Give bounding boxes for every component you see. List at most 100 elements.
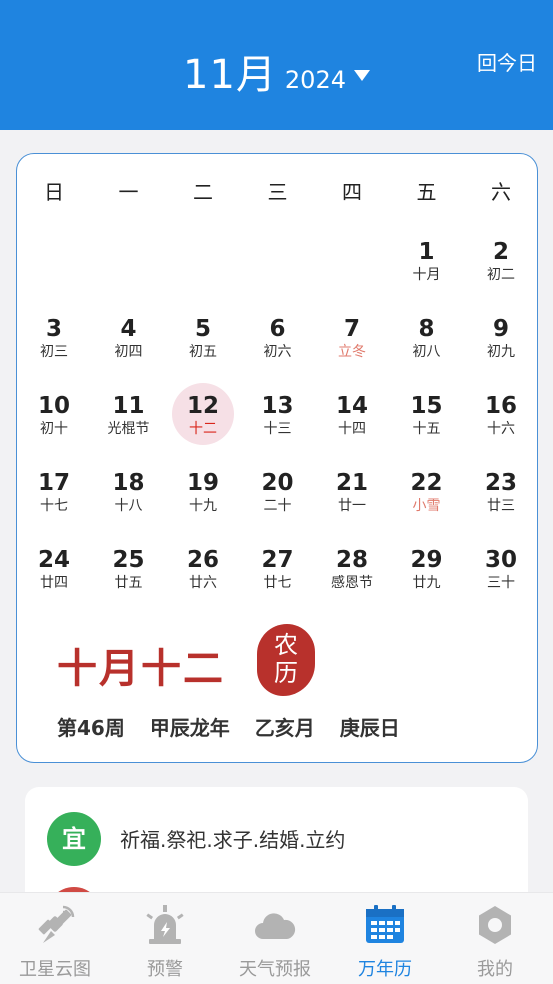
lunar-day: 感恩节 bbox=[331, 575, 373, 591]
weekday-label: 四 bbox=[342, 180, 362, 204]
day-number: 17 bbox=[37, 470, 70, 496]
year-ganzhi: 甲辰龙年 bbox=[149, 716, 230, 740]
day-cell[interactable]: 5 初五 bbox=[166, 311, 240, 388]
day-number: 23 bbox=[484, 470, 517, 496]
day-number: 16 bbox=[484, 393, 517, 419]
day-cell[interactable]: 2 初二 bbox=[464, 234, 538, 311]
seal-char-2: 历 bbox=[274, 659, 298, 687]
day-cell[interactable]: 11 光棍节 bbox=[92, 388, 166, 465]
day-number: 27 bbox=[261, 547, 294, 573]
day-cell[interactable]: 24 廿四 bbox=[17, 542, 91, 619]
lunar-day: 十五 bbox=[412, 421, 441, 437]
day-cell[interactable]: 10 初十 bbox=[17, 388, 91, 465]
caret-down-icon bbox=[353, 69, 370, 81]
day-cell[interactable]: 4 初四 bbox=[92, 311, 166, 388]
year-label: 2024 bbox=[284, 66, 346, 94]
app-header: 11月 2024 回今日 bbox=[0, 0, 553, 130]
tab-alarm[interactable]: 预警 bbox=[110, 893, 220, 984]
tab-weather[interactable]: 天气预报 bbox=[220, 893, 330, 984]
day-number: 7 bbox=[343, 316, 360, 342]
yi-badge: 宜 bbox=[47, 812, 101, 866]
ganzhi-line: 第46周 甲辰龙年 乙亥月 庚辰日 bbox=[57, 712, 412, 741]
lunar-day: 初二 bbox=[487, 267, 515, 283]
day-number: 30 bbox=[484, 547, 517, 573]
alarm-icon bbox=[146, 905, 184, 944]
day-number: 9 bbox=[492, 316, 509, 342]
day-cell[interactable]: 19 十九 bbox=[166, 465, 240, 542]
weekday-label: 日 bbox=[44, 180, 64, 204]
day-number: 11 bbox=[112, 393, 145, 419]
day-number: 28 bbox=[335, 547, 368, 573]
lunar-day: 廿九 bbox=[412, 575, 441, 591]
day-cell[interactable]: 22 小雪 bbox=[390, 465, 464, 542]
lunar-day: 初九 bbox=[487, 344, 515, 360]
day-cell[interactable]: 28 感恩节 bbox=[315, 542, 389, 619]
tab-label: 天气预报 bbox=[239, 959, 311, 980]
tab-label: 卫星云图 bbox=[19, 959, 91, 980]
day-cell[interactable]: 16 十六 bbox=[464, 388, 538, 465]
weekday-label: 六 bbox=[491, 180, 511, 204]
lunar-day: 初五 bbox=[189, 344, 217, 360]
day-number: 21 bbox=[335, 470, 368, 496]
day-number: 20 bbox=[261, 470, 294, 496]
lunar-seal: 农 历 bbox=[257, 624, 315, 696]
tab-label: 我的 bbox=[477, 959, 513, 980]
month-year-selector[interactable]: 11月 2024 bbox=[0, 42, 553, 100]
day-cell[interactable]: 21 廿一 bbox=[315, 465, 389, 542]
day-cell[interactable]: 7 立冬 bbox=[315, 311, 389, 388]
tab-satellite[interactable]: 卫星云图 bbox=[0, 893, 110, 984]
day-number: 15 bbox=[410, 393, 443, 419]
day-cell[interactable]: 9 初九 bbox=[464, 311, 538, 388]
day-number: 25 bbox=[112, 547, 145, 573]
lunar-day: 立冬 bbox=[338, 344, 366, 360]
bottom-tab-bar: 卫星云图 预警 天气预报 万年历 我的 bbox=[0, 892, 553, 984]
day-number: 12 bbox=[186, 393, 219, 419]
lunar-day: 三十 bbox=[487, 575, 515, 591]
day-number: 10 bbox=[37, 393, 70, 419]
day-number: 29 bbox=[410, 547, 443, 573]
lunar-day: 初四 bbox=[114, 344, 143, 360]
day-cell[interactable]: 3 初三 bbox=[17, 311, 91, 388]
lunar-day: 初六 bbox=[263, 344, 292, 360]
weekday-header: 日一二三四五六 bbox=[17, 176, 537, 206]
tab-label: 预警 bbox=[147, 959, 183, 980]
day-cell[interactable]: 25 廿五 bbox=[92, 542, 166, 619]
day-cell[interactable]: 18 十八 bbox=[92, 465, 166, 542]
month-label: 11月 bbox=[183, 52, 277, 98]
week-number: 第46周 bbox=[57, 716, 125, 740]
lunar-day: 十六 bbox=[487, 421, 515, 437]
day-number: 4 bbox=[120, 316, 137, 342]
weekday-label: 五 bbox=[416, 180, 437, 204]
cloud-icon bbox=[255, 913, 296, 939]
lunar-day: 十七 bbox=[40, 498, 68, 514]
day-cell[interactable]: 27 廿七 bbox=[241, 542, 315, 619]
day-cell[interactable]: 30 三十 bbox=[464, 542, 538, 619]
day-cell[interactable]: 20 二十 bbox=[241, 465, 315, 542]
day-cell[interactable]: 26 廿六 bbox=[166, 542, 240, 619]
back-to-today-button[interactable]: 回今日 bbox=[477, 47, 537, 76]
lunar-day: 初三 bbox=[40, 344, 68, 360]
day-cell[interactable]: 13 十三 bbox=[241, 388, 315, 465]
day-cell[interactable]: 23 廿三 bbox=[464, 465, 538, 542]
day-cell[interactable]: 1 十月 bbox=[390, 234, 464, 311]
tab-calendar[interactable]: 万年历 bbox=[330, 893, 440, 984]
day-number: 3 bbox=[45, 316, 62, 342]
day-cell[interactable]: 12 十二 bbox=[166, 383, 240, 465]
tab-profile[interactable]: 我的 bbox=[440, 893, 550, 984]
day-cell[interactable]: 29 廿九 bbox=[390, 542, 464, 619]
day-cell[interactable]: 17 十七 bbox=[17, 465, 91, 542]
day-number: 1 bbox=[418, 239, 435, 265]
day-cell[interactable]: 15 十五 bbox=[390, 388, 464, 465]
day-cell[interactable]: 6 初六 bbox=[241, 311, 315, 388]
calendar-icon bbox=[366, 905, 404, 943]
day-number: 19 bbox=[186, 470, 219, 496]
lunar-day: 十八 bbox=[114, 498, 143, 514]
day-cell[interactable]: 8 初八 bbox=[390, 311, 464, 388]
satellite-icon bbox=[38, 905, 75, 943]
lunar-day: 初十 bbox=[40, 421, 68, 437]
day-number: 26 bbox=[186, 547, 219, 573]
lunar-day: 十九 bbox=[189, 498, 217, 514]
day-number: 13 bbox=[261, 393, 294, 419]
lunar-day: 廿四 bbox=[40, 575, 68, 591]
day-cell[interactable]: 14 十四 bbox=[315, 388, 389, 465]
